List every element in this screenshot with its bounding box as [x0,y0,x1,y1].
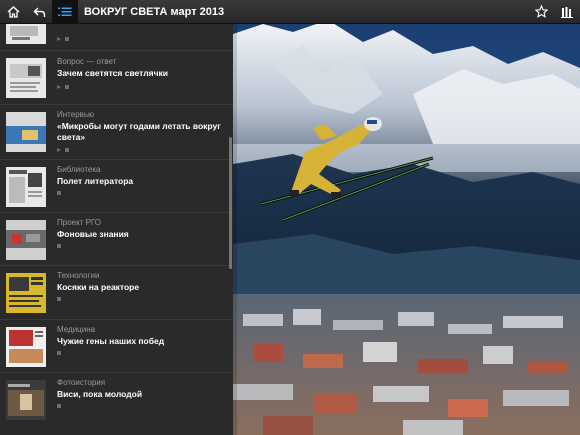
article-thumbnail [6,112,46,152]
toc-section-label: Фотоистория [57,378,106,387]
toc-item[interactable]: Медицина Чужие гены наших побед [0,319,233,372]
article-thumbnail [6,24,46,44]
toc-section-label: Библиотека [57,165,101,174]
toc-article-title: Зачем светятся светлячки [57,68,168,78]
item-markers [57,85,69,89]
home-button[interactable] [0,0,26,24]
toc-section-label: Проект РГО [57,218,102,227]
toc-article-title: Фоновые знания [57,229,129,239]
back-button[interactable] [26,0,52,24]
toc-item[interactable]: Вопрос — ответ Зачем светятся светлячки [0,50,233,104]
toc-article-title: Косяки на реакторе [57,282,140,292]
item-markers [57,191,61,195]
favorite-button[interactable] [528,0,554,24]
article-thumbnail [6,167,46,207]
item-markers [57,148,69,152]
item-markers [57,297,61,301]
table-of-contents-button[interactable] [52,0,78,24]
toc-item[interactable]: Проект РГО Фоновые знания [0,212,233,265]
toc-article-title: «Микробы могут годами летать вокруг свет… [57,121,221,142]
issue-title: ВОКРУГ СВЕТА март 2013 [84,5,225,18]
toc-item[interactable]: Фотоистория Виси, пока молодой [0,372,233,435]
ski-jumper-photo [233,24,580,435]
star-icon [534,5,548,18]
article-thumbnail [6,220,46,260]
item-markers [57,244,61,248]
table-of-contents-icon [58,7,72,16]
toc-section-label: Медицина [57,325,96,334]
toc-section-label: Интервью [57,110,95,119]
toc-section-label: Вопрос — ответ [57,57,117,66]
library-icon [561,6,573,18]
toc-sidebar: Вопрос — ответ Зачем светятся светлячки … [0,24,233,435]
top-toolbar: ВОКРУГ СВЕТА март 2013 [0,0,580,24]
article-thumbnail [6,58,46,98]
article-cover-photo[interactable] [233,24,580,435]
sidebar-scrollbar[interactable] [229,137,232,269]
toc-item[interactable] [0,24,233,50]
toc-section-label: Технологии [57,271,100,280]
toc-item[interactable]: Библиотека Полет литератора [0,159,233,212]
item-markers [57,404,61,408]
toc-item[interactable]: Интервью «Микробы могут годами летать во… [0,104,233,159]
library-button[interactable] [554,0,580,24]
toc-item[interactable]: Технологии Косяки на реакторе [0,265,233,319]
article-thumbnail [6,380,46,420]
item-markers [57,351,61,355]
article-thumbnail [6,327,46,367]
article-thumbnail [6,273,46,313]
toc-article-title: Полет литератора [57,176,134,186]
item-markers [57,37,69,41]
back-icon [33,7,45,17]
toc-article-title: Виси, пока молодой [57,389,143,399]
toc-article-title: Чужие гены наших побед [57,336,165,346]
home-icon [7,5,19,18]
